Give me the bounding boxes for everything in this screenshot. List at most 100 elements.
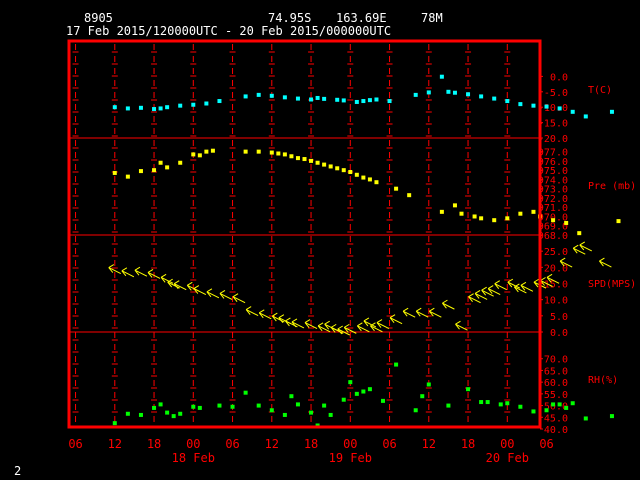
- pressure-point: [322, 162, 327, 167]
- temperature-point: [178, 103, 183, 108]
- humidity-point: [152, 405, 157, 410]
- humidity-point: [413, 408, 418, 413]
- temperature-point: [387, 99, 392, 104]
- temperature-point: [439, 74, 444, 79]
- humidity-point: [322, 403, 327, 408]
- series-label-wind: SPD(MPS): [588, 279, 636, 290]
- pressure-point: [551, 218, 556, 223]
- temperature-point: [295, 96, 300, 101]
- pressure-point: [472, 214, 477, 219]
- pressure-point: [309, 158, 314, 163]
- pressure-point: [348, 170, 353, 175]
- temperature-point: [557, 106, 562, 111]
- pressure-point: [178, 160, 183, 165]
- humidity-point: [191, 404, 196, 409]
- humidity-point: [171, 414, 176, 419]
- x-tick-label: 12: [422, 437, 436, 451]
- x-tick-label: 12: [108, 437, 122, 451]
- x-tick-label: 18: [461, 437, 475, 451]
- pressure-point: [518, 211, 523, 216]
- x-date-label: 20 Feb: [486, 451, 529, 465]
- humidity-point: [328, 412, 333, 417]
- humidity-point: [217, 403, 222, 408]
- pressure-point: [295, 156, 300, 161]
- y-tick-label: 0.0: [550, 72, 568, 83]
- humidity-point: [505, 401, 510, 406]
- humidity-point: [426, 382, 431, 387]
- humidity-point: [289, 394, 294, 399]
- humidity-point: [354, 391, 359, 396]
- humidity-point: [230, 404, 235, 409]
- x-tick-label: 00: [186, 437, 200, 451]
- temperature-point: [158, 106, 163, 111]
- pressure-point: [256, 149, 261, 154]
- y-tick-label: -10.0: [538, 103, 568, 114]
- x-tick-label: 18: [147, 437, 161, 451]
- pressure-point: [407, 193, 412, 198]
- y-tick-label: 60.0: [544, 378, 568, 389]
- temperature-point: [367, 98, 372, 103]
- humidity-point: [609, 414, 614, 419]
- pressure-point: [374, 180, 379, 185]
- pressure-point: [191, 152, 196, 157]
- humidity-point: [125, 411, 130, 416]
- y-tick-label: 10.0: [544, 296, 568, 307]
- y-tick-label: 5.0: [550, 312, 568, 323]
- pressure-point: [158, 160, 163, 165]
- x-tick-label: 00: [500, 437, 514, 451]
- humidity-point: [361, 389, 366, 394]
- pressure-point: [125, 174, 130, 179]
- pressure-point: [341, 168, 346, 173]
- temperature-point: [204, 101, 209, 106]
- pressure-point: [282, 152, 287, 157]
- y-tick-label: 0.0: [550, 328, 568, 339]
- x-date-label: 18 Feb: [172, 451, 215, 465]
- humidity-point: [544, 408, 549, 413]
- temperature-point: [452, 90, 457, 95]
- humidity-point: [531, 409, 536, 414]
- pressure-point: [394, 186, 399, 191]
- corner-label: 2: [14, 464, 21, 478]
- humidity-point: [479, 400, 484, 405]
- pressure-point: [269, 150, 274, 155]
- time-range: 17 Feb 2015/120000UTC - 20 Feb 2015/0000…: [66, 24, 391, 38]
- humidity-point: [138, 412, 143, 417]
- pressure-point: [505, 216, 510, 221]
- temperature-point: [361, 99, 366, 104]
- pressure-point: [197, 153, 202, 158]
- temperature-point: [165, 105, 170, 110]
- humidity-point: [583, 416, 588, 421]
- temperature-point: [479, 94, 484, 99]
- humidity-point: [341, 397, 346, 402]
- y-tick-label: 40.0: [544, 425, 568, 436]
- temperature-point: [341, 98, 346, 103]
- y-tick-label: 25.0: [544, 247, 568, 258]
- humidity-point: [243, 390, 248, 395]
- meteogram-chart: 8905 74.95S 163.69E 78M 17 Feb 2015/1200…: [0, 0, 640, 480]
- temperature-point: [335, 97, 340, 102]
- y-tick-label: 20.0: [544, 263, 568, 274]
- x-tick-label: 06: [225, 437, 239, 451]
- humidity-point: [282, 412, 287, 417]
- pressure-point: [138, 169, 143, 174]
- pressure-point: [302, 157, 307, 162]
- humidity-point: [551, 402, 556, 407]
- temperature-point: [309, 97, 314, 102]
- y-tick-label: 70.0: [544, 355, 568, 366]
- temperature-point: [492, 96, 497, 101]
- x-tick-label: 00: [343, 437, 357, 451]
- humidity-point: [485, 400, 490, 405]
- pressure-point: [354, 172, 359, 177]
- pressure-point: [243, 149, 248, 154]
- station-latitude: 74.95S: [268, 11, 311, 25]
- temperature-point: [138, 105, 143, 110]
- humidity-point: [518, 404, 523, 409]
- station-id: 8905: [84, 11, 113, 25]
- pressure-point: [204, 149, 209, 154]
- pressure-point: [479, 216, 484, 221]
- temperature-point: [518, 102, 523, 107]
- series-label-temperature: T(C): [588, 85, 612, 96]
- humidity-point: [165, 410, 170, 415]
- humidity-point: [348, 380, 353, 385]
- temperature-point: [243, 94, 248, 99]
